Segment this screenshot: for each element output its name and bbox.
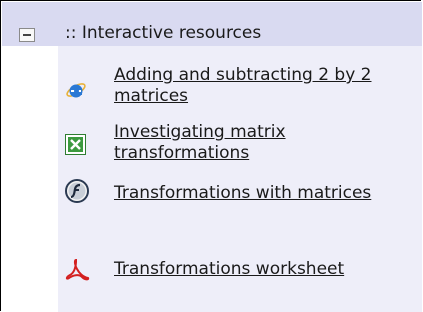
resource-link-investigating-transformations[interactable]: Investigating matrix transformations xyxy=(114,122,399,164)
internet-explorer-icon xyxy=(66,83,86,98)
pdf-icon xyxy=(65,258,90,281)
collapse-toggle-button[interactable] xyxy=(19,28,35,42)
resource-link-adding-subtracting-matrices[interactable]: Adding and subtracting 2 by 2 matrices xyxy=(114,65,399,107)
resource-link-transformations-with-matrices[interactable]: Transformations with matrices xyxy=(114,183,399,204)
resource-link-transformations-worksheet[interactable]: Transformations worksheet xyxy=(114,259,399,280)
excel-icon xyxy=(65,134,86,155)
flash-icon xyxy=(65,179,89,203)
minus-icon xyxy=(23,34,31,36)
section-title: :: Interactive resources xyxy=(65,23,262,43)
resources-panel: :: Interactive resources Adding and subt… xyxy=(0,0,422,312)
